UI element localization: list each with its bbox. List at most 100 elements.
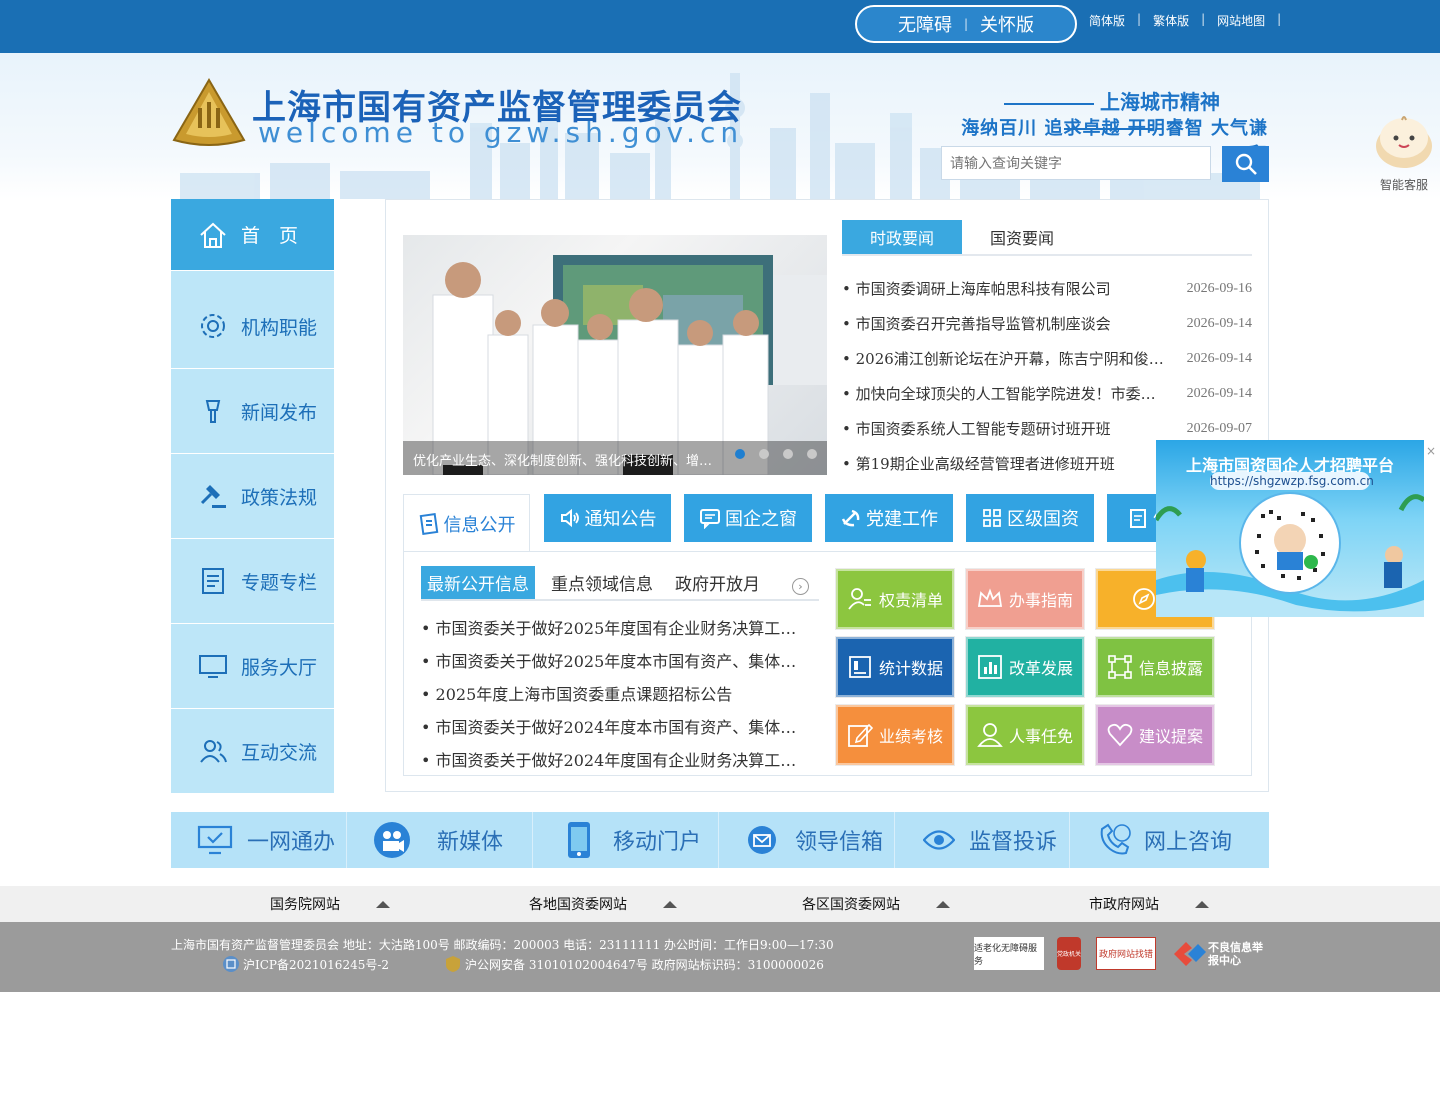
list-item[interactable]: • 市国资委关于做好2024年度本市国有资产、集体…	[421, 709, 811, 742]
quick-online-consult[interactable]: 网上咨询	[1070, 812, 1269, 868]
tile-service-guide[interactable]: 办事指南	[966, 569, 1084, 629]
news-item[interactable]: • 市国资委调研上海库帕思科技有限公司 2026-09-16	[842, 271, 1252, 306]
list-item[interactable]: • 市国资委关于做好2025年度本市国有资产、集体…	[421, 643, 811, 676]
list-item-title[interactable]: 市国资委关于做好2025年度本市国有资产、集体…	[436, 652, 797, 671]
chat-icon	[699, 507, 721, 529]
slide-dot[interactable]	[735, 449, 745, 459]
quick-label: 监督投诉	[969, 830, 1058, 855]
tile-personnel[interactable]: 人事任免	[966, 705, 1084, 765]
list-item[interactable]: • 市国资委关于做好2024年度国有企业财务决算工…	[421, 742, 811, 775]
tile-statistics[interactable]: 统计数据	[836, 637, 954, 697]
elderly-accessibility-badge[interactable]: 适老化无障碍服务	[974, 937, 1044, 970]
smart-service[interactable]: 智能客服	[1372, 108, 1436, 192]
news-title[interactable]: • 市国资委系统人工智能专题研讨班开班	[842, 418, 1176, 439]
nav-service-hall[interactable]: 服务大厅	[171, 624, 334, 709]
quick-mobile-portal[interactable]: 移动门户	[533, 812, 719, 868]
news-item[interactable]: • 2026浦江创新论坛在沪开幕，陈吉宁阴和俊… 2026-09-14	[842, 341, 1252, 376]
link-divider: |	[1277, 12, 1282, 26]
select-provincial-sasac[interactable]: 各地国资委网站	[529, 886, 677, 922]
news-item[interactable]: • 加快向全球顶尖的人工智能学院进发！市委… 2026-09-14	[842, 376, 1252, 411]
tab-open-month[interactable]: 政府开放月	[669, 566, 766, 599]
quick-leader-mailbox[interactable]: 领导信箱	[719, 812, 895, 868]
search-button[interactable]	[1222, 146, 1269, 182]
slide-dot[interactable]	[807, 449, 817, 459]
tab-district-sasac[interactable]: 区级国资	[966, 494, 1094, 542]
pill-separator: |	[963, 17, 969, 31]
list-item-title[interactable]: 市国资委关于做好2024年度本市国有资产、集体…	[436, 718, 797, 737]
quick-label: 领导信箱	[795, 830, 884, 855]
report-logo-icon	[1174, 941, 1206, 966]
tile-label: 人事任免	[1008, 727, 1073, 746]
party-government-badge[interactable]: 党政机关	[1057, 937, 1081, 970]
traditional-chinese-link[interactable]: 繁体版	[1149, 12, 1193, 29]
sitemap-link[interactable]: 网站地图	[1213, 12, 1269, 29]
simplified-chinese-link[interactable]: 简体版	[1085, 12, 1129, 29]
news-date: 2026-09-07	[1186, 420, 1252, 436]
recruitment-popup[interactable]: 上海市国资国企人才招聘平台 https://shgzwzp.fsg.com.cn	[1156, 440, 1424, 617]
document-icon	[193, 561, 233, 601]
news-title[interactable]: • 2026浦江创新论坛在沪开幕，陈吉宁阴和俊…	[842, 348, 1176, 369]
related-links-bar: 国务院网站 各地国资委网站 各区国资委网站 市政府网站	[0, 886, 1440, 922]
quick-one-stop[interactable]: 一网通办	[171, 812, 347, 868]
slide-dot[interactable]	[759, 449, 769, 459]
accessibility-button[interactable]: 无障碍	[898, 11, 952, 37]
news-date: 2026-09-14	[1186, 315, 1252, 331]
tab-party-building[interactable]: 党建工作	[825, 494, 953, 542]
search-input[interactable]	[941, 146, 1211, 180]
grid-icon	[981, 507, 1003, 529]
tab-info-disclosure[interactable]: 信息公开	[403, 494, 530, 552]
tab-sasac-news[interactable]: 国资要闻	[962, 220, 1082, 254]
popup-url[interactable]: https://shgzwzp.fsg.com.cn	[1210, 472, 1374, 490]
tile-proposals[interactable]: 建议提案	[1096, 705, 1214, 765]
close-icon[interactable]: ×	[1426, 444, 1436, 458]
search-icon	[1235, 153, 1257, 175]
nav-special-topics[interactable]: 专题专栏	[171, 539, 334, 624]
nav-interaction[interactable]: 互动交流	[171, 709, 334, 794]
select-district-sasac[interactable]: 各区国资委网站	[802, 886, 950, 922]
tab-key-areas[interactable]: 重点领域信息	[545, 566, 659, 599]
list-item-title[interactable]: 2025年度上海市国资委重点课题招标公告	[436, 685, 733, 704]
quick-new-media[interactable]: 新媒体	[347, 812, 533, 868]
nav-news-release[interactable]: 新闻发布	[171, 369, 334, 454]
chevron-right-icon[interactable]: ›	[792, 578, 809, 595]
list-item-title[interactable]: 市国资委关于做好2025年度国有企业财务决算工…	[436, 619, 797, 638]
news-tabs: 时政要闻 国资要闻	[842, 220, 1252, 256]
news-slideshow[interactable]: 优化产业生态、深化制度创新、强化科技创新、增…	[403, 235, 827, 475]
elder-mode-button[interactable]: 关怀版	[980, 11, 1034, 37]
website-error-badge[interactable]: 政府网站找错	[1096, 937, 1156, 970]
police-registration[interactable]: 沪公网安备 31010102004647号 政府网站标识码：3100000026	[465, 956, 824, 973]
tile-disclosure[interactable]: 信息披露	[1096, 637, 1214, 697]
news-title[interactable]: • 市国资委召开完善指导监管机制座谈会	[842, 313, 1176, 334]
mail-icon	[747, 825, 777, 855]
list-item[interactable]: • 市国资委关于做好2025年度国有企业财务决算工…	[421, 610, 811, 643]
news-title[interactable]: • 市国资委调研上海库帕思科技有限公司	[842, 278, 1176, 299]
list-item[interactable]: • 2025年度上海市国资委重点课题招标公告	[421, 676, 811, 709]
top-links: 简体版 | 繁体版 | 网站地图 |	[1085, 12, 1289, 29]
tile-label: 办事指南	[1008, 591, 1073, 610]
tile-performance[interactable]: 业绩考核	[836, 705, 954, 765]
nav-home[interactable]: 首 页	[171, 199, 334, 271]
news-item[interactable]: • 市国资委召开完善指导监管机制座谈会 2026-09-14	[842, 306, 1252, 341]
news-title[interactable]: • 加快向全球顶尖的人工智能学院进发！市委…	[842, 383, 1176, 404]
party-icon	[840, 507, 862, 529]
quick-complaints[interactable]: 监督投诉	[895, 812, 1070, 868]
tab-latest-disclosure[interactable]: 最新公开信息	[421, 566, 535, 599]
select-city-government[interactable]: 市政府网站	[1089, 886, 1209, 922]
tab-current-affairs[interactable]: 时政要闻	[842, 220, 962, 254]
list-item-title[interactable]: 市国资委关于做好2024年度国有企业财务决算工…	[436, 751, 797, 770]
nav-organization[interactable]: 机构职能	[171, 284, 334, 369]
slide-dot[interactable]	[783, 449, 793, 459]
disclosure-sub-tabs: 最新公开信息 重点领域信息 政府开放月	[421, 566, 819, 601]
icp-link[interactable]: 沪ICP备2021016245号-2	[243, 956, 389, 973]
illegal-info-report-badge[interactable]: 不良信息举报中心	[1168, 937, 1268, 970]
people-icon	[193, 731, 233, 771]
tile-responsibility-list[interactable]: 权责清单	[836, 569, 954, 629]
tab-label: 区级国资	[1007, 509, 1079, 530]
gavel-icon	[193, 476, 233, 516]
tab-notices[interactable]: 通知公告	[544, 494, 671, 542]
select-state-council[interactable]: 国务院网站	[270, 886, 390, 922]
nav-policy[interactable]: 政策法规	[171, 454, 334, 539]
tab-soe-window[interactable]: 国企之窗	[684, 494, 812, 542]
news-title[interactable]: • 第19期企业高级经营管理者进修班开班	[842, 453, 1176, 474]
tile-reform[interactable]: 改革发展	[966, 637, 1084, 697]
